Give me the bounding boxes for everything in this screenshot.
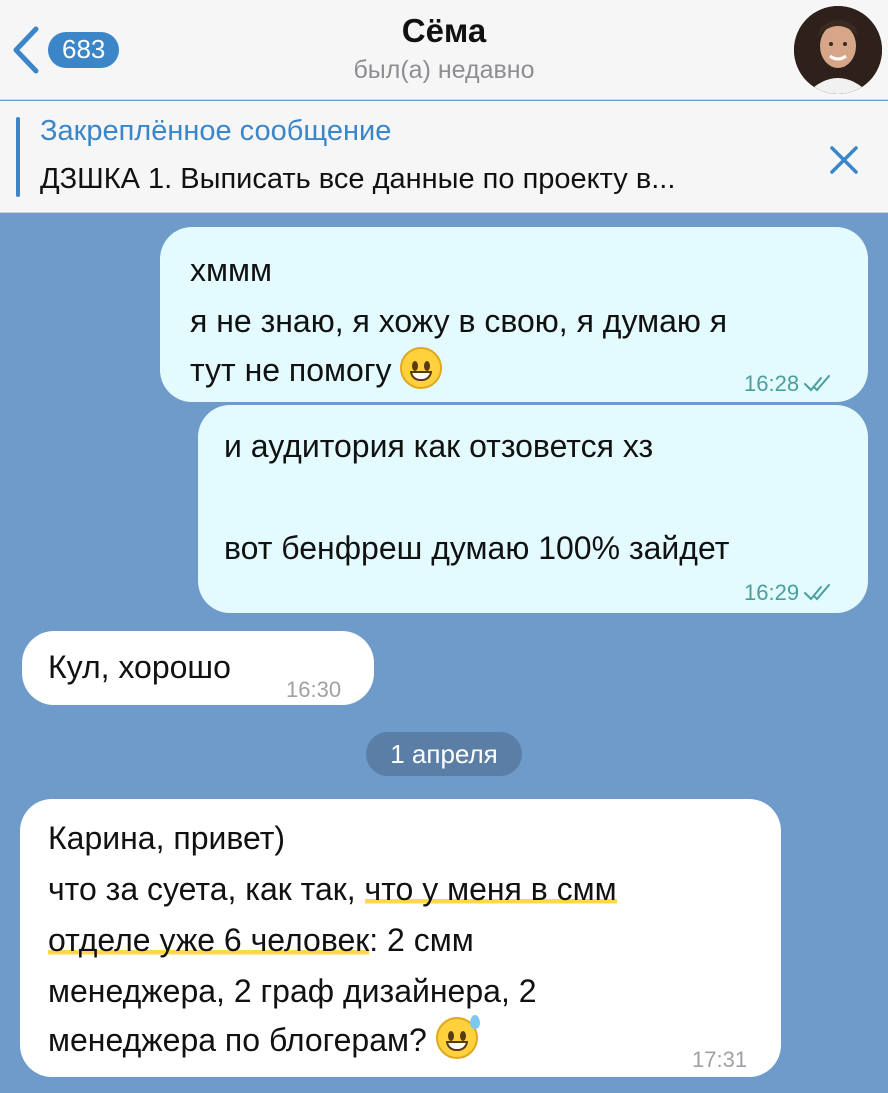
double-check-icon <box>804 375 831 392</box>
message-meta: 16:30 <box>286 667 341 713</box>
pinned-title: Закреплённое сообщение <box>40 115 392 147</box>
avatar-photo <box>794 6 882 94</box>
message-bubble-outgoing[interactable]: и аудитория как отзовется хз вот бенфреш… <box>198 405 868 613</box>
double-check-icon <box>804 584 831 601</box>
message-line: хммм <box>190 252 272 288</box>
grinning-face-icon <box>400 347 443 389</box>
date-separator: 1 апреля <box>366 732 522 776</box>
pinned-accent-bar <box>16 117 20 197</box>
close-icon[interactable] <box>824 140 864 180</box>
highlighted-text: отделе уже 6 человек <box>48 922 370 958</box>
message-time: 16:28 <box>744 371 800 396</box>
message-line: я не знаю, я хожу в свою, я думаю я <box>190 303 728 339</box>
message-meta: 16:29 <box>744 570 833 616</box>
message-line: и аудитория как отзовется хз <box>224 428 654 464</box>
message-line: вот бенфреш думаю 100% зайдет <box>224 530 730 566</box>
message-line: менеджера по блогерам? <box>48 1022 427 1058</box>
message-time: 17:31 <box>692 1047 748 1072</box>
message-line-with-emoji: тут не помогу <box>190 347 443 393</box>
highlighted-text: что у меня в смм <box>364 871 617 907</box>
message-time: 16:30 <box>286 677 342 702</box>
pinned-text: ДЗШКА 1. Выписать все данные по проекту … <box>40 163 676 195</box>
pinned-message-bar[interactable]: Закреплённое сообщение ДЗШКА 1. Выписать… <box>0 101 888 213</box>
message-meta: 16:28 <box>744 361 833 407</box>
contact-name[interactable]: Сёма <box>0 12 888 50</box>
message-line-highlighted: отделе уже 6 человек: 2 смм <box>48 917 474 963</box>
message-line: Карина, привет) <box>48 820 286 856</box>
message-bubble-incoming[interactable]: Карина, привет) что за суета, как так, ч… <box>20 799 781 1077</box>
message-line: тут не помогу <box>190 352 392 388</box>
message-time: 16:29 <box>744 580 800 605</box>
message-bubble-incoming[interactable]: Кул, хорошо 16:30 <box>22 631 374 705</box>
contact-status: был(а) недавно <box>353 56 535 84</box>
message-line-highlighted: что за суета, как так, что у меня в смм <box>48 866 617 912</box>
message-line-with-emoji: менеджера по блогерам? <box>48 1015 480 1063</box>
message-meta: 17:31 <box>692 1037 747 1083</box>
message-bubble-outgoing[interactable]: хммм я не знаю, я хожу в свою, я думаю я… <box>160 227 868 402</box>
message-text: что за суета, как так, <box>48 871 365 907</box>
message-line: Кул, хорошо <box>48 649 231 685</box>
message-line: менеджера, 2 граф дизайнера, 2 <box>48 973 537 1009</box>
message-text: : 2 смм <box>369 922 474 958</box>
avatar[interactable] <box>794 6 882 94</box>
chat-header: 683 Сёма был(а) недавно <box>0 0 888 100</box>
grinning-face-with-sweat-icon <box>435 1015 480 1059</box>
